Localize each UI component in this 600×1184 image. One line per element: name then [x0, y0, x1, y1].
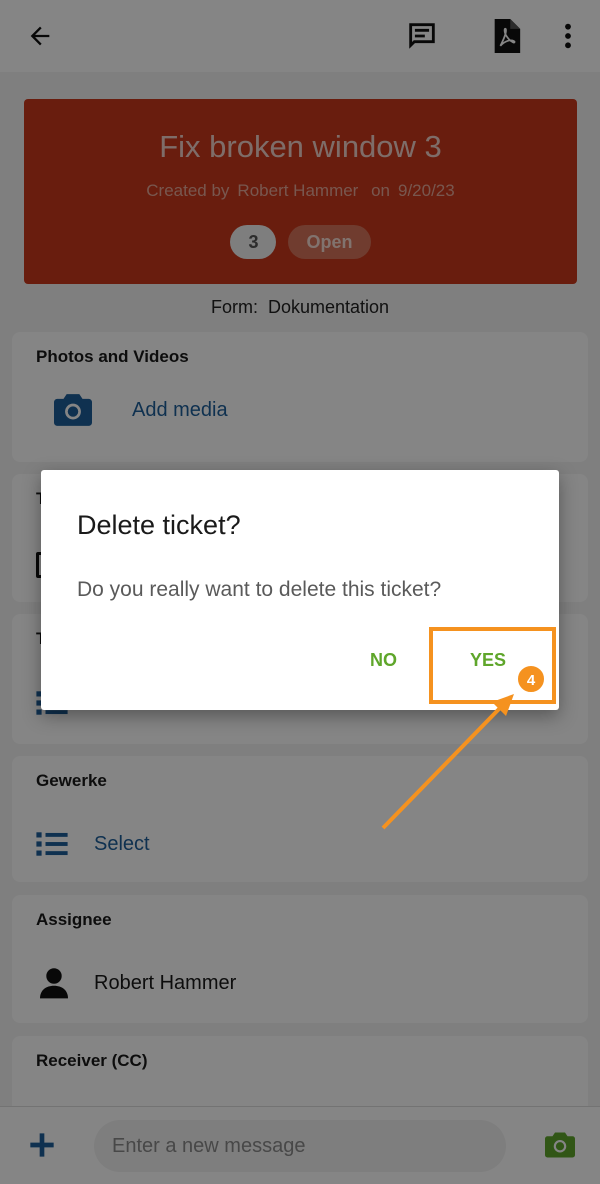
- pointer-arrow-icon: [381, 694, 514, 830]
- step-number-badge: 4: [516, 664, 546, 694]
